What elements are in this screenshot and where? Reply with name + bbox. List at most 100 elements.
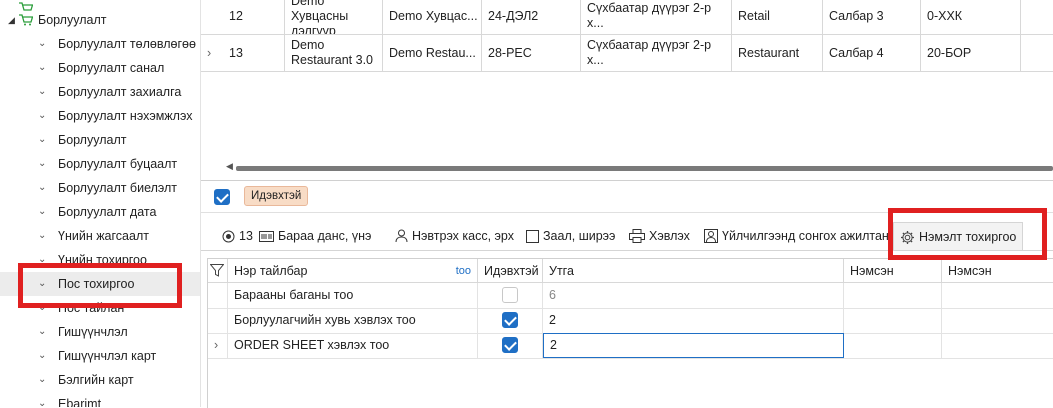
highlight-additional-settings-tab xyxy=(888,208,1047,260)
select-all-checkbox[interactable] xyxy=(214,189,230,205)
sidebar-item[interactable]: ⌄ Бэлгийн карт xyxy=(0,368,200,392)
chevron-down-icon: ⌄ xyxy=(38,350,47,361)
sidebar-item-sales[interactable]: ◢ Борлуулалт xyxy=(0,8,200,32)
sidebar-item[interactable]: ⌄ Борлуулалт xyxy=(0,128,200,152)
sidebar-item[interactable]: ⌄ Гишүүнчлэл карт xyxy=(0,344,200,368)
sidebar-item[interactable]: ⌄ Борлуулалт захиалга xyxy=(0,80,200,104)
tab-label: Нэвтрэх касс, эрх xyxy=(412,229,514,243)
active-filter-tag[interactable]: Идэвхтэй xyxy=(244,186,309,206)
table-cell-expander: › xyxy=(207,45,212,60)
value-field[interactable]: 2 xyxy=(543,308,844,333)
row-expander[interactable] xyxy=(208,308,228,333)
setting-name: ORDER SHEET хэвлэх тоо xyxy=(228,333,478,358)
sidebar-item[interactable]: ⌄ Борлуулалт нэхэмжлэх xyxy=(0,104,200,128)
value-field[interactable]: 2 xyxy=(543,333,844,358)
table-cell-code: 24-ДЭЛ2 xyxy=(482,0,581,34)
caret-down-icon: ◢ xyxy=(8,15,15,25)
table-cell-name: Demo Хувцасны дэлгүүр xyxy=(285,0,383,34)
barcode-icon xyxy=(259,230,274,242)
table-cell-expander xyxy=(201,0,223,34)
column-header-added-2[interactable]: Нэмсэн xyxy=(942,259,1053,283)
value-field[interactable]: 6 xyxy=(543,283,844,308)
table-row[interactable]: Борлуулагчийн хувь хэвлэх тоо 2 xyxy=(208,308,1053,334)
column-header-name[interactable]: Нэр тайлбар too xyxy=(228,259,478,283)
chevron-down-icon: ⌄ xyxy=(38,158,47,169)
tab-hall[interactable]: Заал, ширээ xyxy=(526,222,615,250)
printer-icon xyxy=(629,229,645,243)
active-checkbox[interactable] xyxy=(502,312,518,328)
sidebar-item[interactable]: ⌄ Борлуулалт биелэлт xyxy=(0,176,200,200)
highlight-pos-settings xyxy=(18,263,182,308)
chevron-down-icon: ⌄ xyxy=(38,398,47,407)
sidebar-item[interactable]: ⌄ Борлуулалт буцаалт xyxy=(0,152,200,176)
sidebar-item[interactable]: ⌄ Ebarimt xyxy=(0,392,200,407)
table-cell-extra: 0-ХХК xyxy=(921,0,1021,34)
chevron-down-icon: ⌄ xyxy=(38,110,47,121)
active-cell xyxy=(478,333,543,358)
sidebar-item-label: Борлуулалт xyxy=(38,13,107,27)
row-expander[interactable]: › xyxy=(208,333,228,358)
settings-grid: Нэр тайлбар too Идэвхтэй Утга Нэмсэн Нэм… xyxy=(207,258,1053,408)
active-checkbox[interactable] xyxy=(502,287,518,303)
added-cell xyxy=(844,333,942,358)
chevron-down-icon: ⌄ xyxy=(38,38,47,49)
row-expander[interactable] xyxy=(208,283,228,308)
sidebar-item[interactable]: ⌄ Үнийн жагсаалт xyxy=(0,224,200,248)
table-row[interactable]: Барааны баганы тоо 6 xyxy=(208,283,1053,309)
sidebar-item-label: Ebarimt xyxy=(58,397,102,407)
table-row[interactable]: › 13 Demo Restaurant 3.0 Demo Restau... 28-P… xyxy=(201,35,1053,72)
sidebar-item-label: Борлуулалт биелэлт xyxy=(58,181,178,195)
filter-icon[interactable] xyxy=(209,264,225,277)
tab-login[interactable]: Нэвтрэх касс, эрх xyxy=(395,222,514,250)
tab-label: Бараа данс, үнэ xyxy=(278,229,372,243)
filter-header[interactable] xyxy=(208,259,228,283)
added-cell xyxy=(844,308,942,333)
table-row[interactable]: › ORDER SHEET хэвлэх тоо 2 xyxy=(208,333,1053,359)
sidebar-item-label: Борлуулалт xyxy=(58,133,127,147)
chevron-down-icon: ⌄ xyxy=(38,326,47,337)
tab-label: 13 xyxy=(239,229,253,243)
table-cell-extra: 20-БОР xyxy=(921,35,1021,71)
stores-grid: 12 Demo Хувцасны дэлгүүр Demo Хувцас... 24-… xyxy=(201,0,1053,180)
scroll-left-icon[interactable]: ◀ xyxy=(226,161,233,172)
sidebar-item-label: Үнийн жагсаалт xyxy=(58,229,149,243)
table-cell-address: Сүхбаатар дүүрэг 2-р х... xyxy=(581,35,732,71)
sidebar-item[interactable]: ⌄ Борлуулалт санал xyxy=(0,56,200,80)
table-row[interactable]: 12 Demo Хувцасны дэлгүүр Demo Хувцас... 24-… xyxy=(201,0,1053,35)
sidebar: ◢ Борлуулалт ⌄ Борлуулалт төлөвлөгөө ⌄ Борл… xyxy=(0,0,201,407)
tab-radio-13[interactable]: 13 xyxy=(222,222,253,250)
sidebar-item[interactable]: ⌄ Борлуулалт төлөвлөгөө xyxy=(0,32,200,56)
column-header-added[interactable]: Нэмсэн xyxy=(844,259,942,283)
table-cell-num: 13 xyxy=(223,35,285,71)
staff-icon xyxy=(704,229,718,243)
added-cell xyxy=(844,283,942,308)
table-cell-type: Restaurant xyxy=(732,35,823,71)
tab-label: Хэвлэх xyxy=(649,229,690,243)
sidebar-item-label: Бэлгийн карт xyxy=(58,373,134,387)
cart-icon xyxy=(19,14,33,26)
column-header-active[interactable]: Идэвхтэй xyxy=(478,259,543,283)
tab-goods[interactable]: Бараа данс, үнэ xyxy=(259,222,371,250)
table-cell-num: 12 xyxy=(223,0,285,34)
header-add-link[interactable]: too xyxy=(456,259,471,283)
user-icon xyxy=(395,229,408,243)
sidebar-item-label: Гишүүнчлэл xyxy=(58,325,128,339)
sidebar-item-label: Борлуулалт төлөвлөгөө xyxy=(58,37,196,51)
sidebar-item[interactable]: ⌄ Гишүүнчлэл xyxy=(0,320,200,344)
chevron-down-icon: ⌄ xyxy=(38,206,47,217)
tab-print[interactable]: Хэвлэх xyxy=(629,222,690,250)
active-checkbox[interactable] xyxy=(502,337,518,353)
sidebar-item[interactable]: ⌄ Борлуулалт дата xyxy=(0,200,200,224)
chevron-down-icon: ⌄ xyxy=(38,134,47,145)
sidebar-item-label: Борлуулалт санал xyxy=(58,61,165,75)
chevron-down-icon: ⌄ xyxy=(38,374,47,385)
table-cell-address: Сүхбаатар дүүрэг 2-р х... xyxy=(581,0,732,34)
chevron-down-icon: ⌄ xyxy=(38,230,47,241)
sidebar-item-label: Борлуулалт захиалга xyxy=(58,85,182,99)
column-header-value[interactable]: Утга xyxy=(543,259,844,283)
horizontal-scrollbar[interactable]: ◀ xyxy=(226,161,1053,173)
sidebar-item-label: Гишүүнчлэл карт xyxy=(58,349,157,363)
tab-label: Үйлчилгээнд сонгох ажилтан xyxy=(722,229,889,243)
tab-staff[interactable]: Үйлчилгээнд сонгох ажилтан xyxy=(704,222,889,250)
tab-label: Заал, ширээ xyxy=(543,229,616,243)
